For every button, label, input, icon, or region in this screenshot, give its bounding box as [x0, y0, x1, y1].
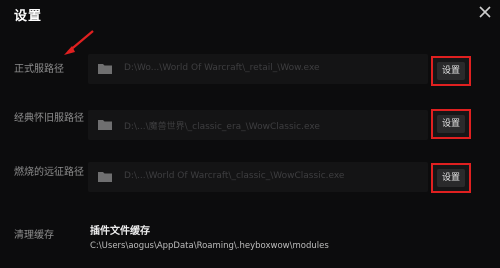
folder-icon — [98, 120, 112, 130]
tbc-set-button[interactable]: 设置 — [431, 163, 471, 193]
retail-set-button-label: 设置 — [437, 62, 465, 80]
tbc-set-button-label: 设置 — [437, 169, 465, 187]
retail-set-button[interactable]: 设置 — [431, 56, 471, 86]
classic-set-button-label: 设置 — [437, 115, 465, 133]
close-icon[interactable] — [477, 4, 493, 20]
tbc-path-text: D:\...\World Of Warcraft\_classic_\WowCl… — [124, 171, 345, 181]
classic-path-field[interactable]: D:\...\魔兽世界\_classic_era_\WowClassic.exe — [88, 110, 428, 140]
clear-cache-label: 清理缓存 — [14, 230, 54, 241]
plugin-cache-title[interactable]: 插件文件缓存 — [90, 222, 150, 237]
folder-icon — [98, 64, 112, 74]
classic-path-text: D:\...\魔兽世界\_classic_era_\WowClassic.exe — [124, 122, 320, 132]
folder-icon — [98, 172, 112, 182]
settings-dialog: 设置 正式服路径 D:\Wo...\World Of Warcraft\_ret… — [0, 0, 500, 268]
dialog-title: 设置 — [14, 9, 43, 24]
retail-path-text: D:\Wo...\World Of Warcraft\_retail_\Wow.… — [124, 63, 320, 73]
retail-path-field[interactable]: D:\Wo...\World Of Warcraft\_retail_\Wow.… — [88, 54, 428, 84]
classic-path-label: 经典怀旧服路径 — [14, 113, 84, 124]
classic-set-button[interactable]: 设置 — [431, 109, 471, 139]
plugin-cache-path: C:\Users\aogus\AppData\Roaming\.heyboxwo… — [90, 241, 329, 251]
tbc-path-label: 燃烧的远征路径 — [14, 167, 84, 178]
tbc-path-field[interactable]: D:\...\World Of Warcraft\_classic_\WowCl… — [88, 162, 428, 192]
retail-path-label: 正式服路径 — [14, 64, 64, 75]
